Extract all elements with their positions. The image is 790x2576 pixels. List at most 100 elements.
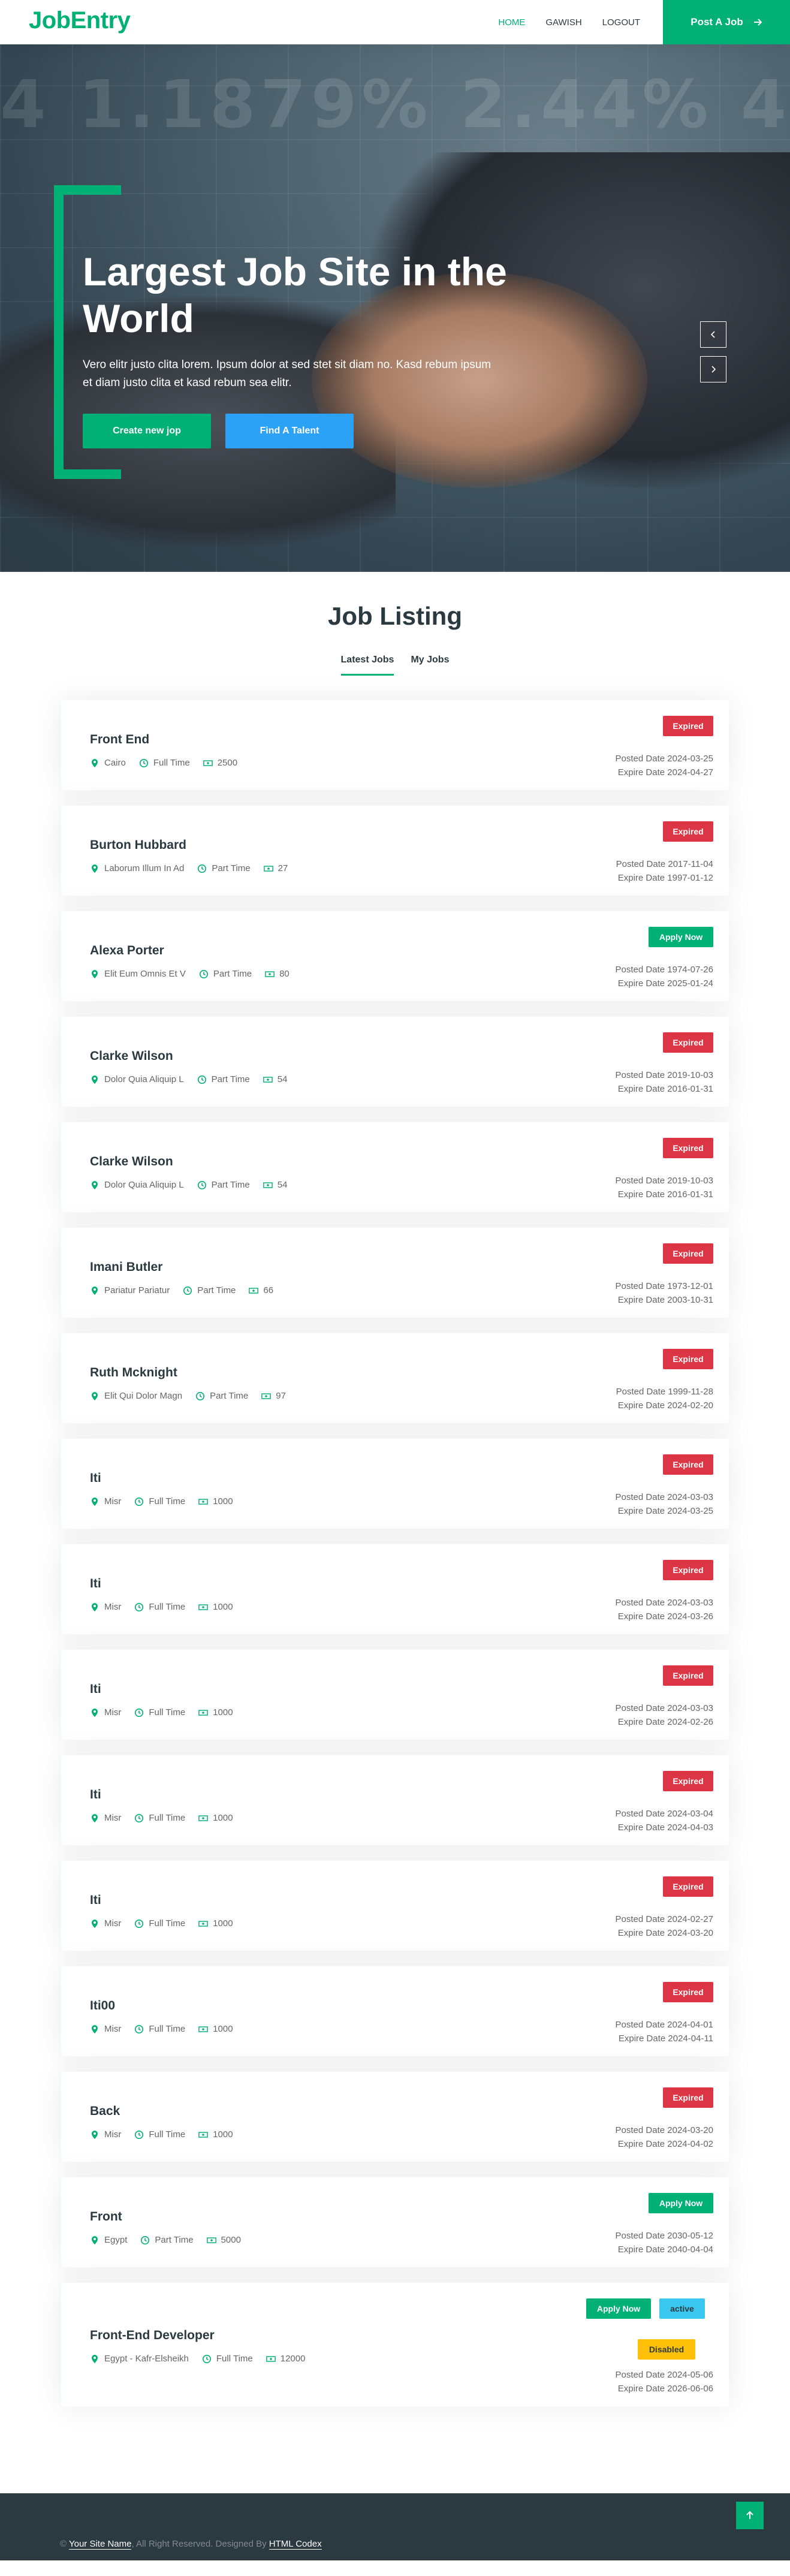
hero-content: Largest Job Site in the World Vero elitr… [83,248,538,448]
status-badge-expired: Expired [663,1138,713,1158]
job-location-text: Egypt [104,2235,128,2245]
job-card[interactable]: Imani Butler Pariatur Pariatur Part Time 66… [61,1227,729,1318]
brand-logo[interactable]: JobEntry [29,7,131,34]
status-badge-expired: Expired [663,1349,713,1369]
job-card[interactable]: Ruth Mcknight Elit Qui Dolor Magn Part Tim… [61,1333,729,1424]
job-meta: Elit Qui Dolor Magn Part Time 97 [90,1391,299,1401]
job-title: Iti [90,1893,101,1907]
back-to-top-button[interactable] [736,2502,764,2529]
map-marker-icon [90,758,99,768]
copyright-symbol: © [60,2539,67,2549]
job-type-text: Part Time [212,863,251,873]
apply-now-button[interactable]: Apply Now [649,2193,713,2213]
job-salary: 1000 [198,2129,233,2140]
site-name-link[interactable]: Your Site Name [68,2539,132,2550]
job-card[interactable]: Iti Misr Full Time 1000 Expired Posted Date 2… [61,1755,729,1846]
job-card[interactable]: Alexa Porter Elit Eum Omnis Et V Part Time… [61,911,729,1002]
job-salary: 1000 [198,1813,233,1823]
job-dates: Posted Date 2024-03-03 Expire Date 2024-0… [616,1490,713,1518]
job-salary: 5000 [206,2235,241,2245]
job-salary: 12000 [266,2354,306,2364]
clock-icon [134,1602,144,1612]
job-card[interactable]: Iti00 Misr Full Time 1000 Expired Posted Date… [61,1966,729,2057]
apply-now-button[interactable]: Apply Now [586,2298,651,2319]
nav-link-home[interactable]: HOME [498,17,525,28]
money-bill-icon [265,969,275,979]
find-talent-button[interactable]: Find A Talent [225,414,354,448]
job-location-text: Dolor Quia Aliquip L [104,1180,184,1190]
status-badge-expired: Expired [663,1876,713,1897]
job-salary: 54 [263,1074,287,1084]
clock-icon [197,1180,207,1190]
job-posted-date: Posted Date 2019-10-03 [615,1176,713,1186]
job-type-text: Part Time [211,1180,250,1190]
carousel-next-button[interactable] [700,356,726,382]
nav-link-gawish[interactable]: GAWISH [545,17,581,28]
job-card[interactable]: Burton Hubbard Laborum Illum In Ad Part Ti… [61,805,729,896]
job-card[interactable]: Front-End Developer Egypt - Kafr-Elsheik… [61,2282,729,2407]
hero-title: Largest Job Site in the World [83,249,507,341]
job-meta: Dolor Quia Aliquip L Part Time 54 [90,1180,300,1190]
job-location-text: Elit Qui Dolor Magn [104,1391,183,1401]
job-salary: 97 [261,1391,286,1401]
job-type: Full Time [134,1813,185,1823]
job-salary-text: 80 [279,969,290,979]
job-location: Misr [90,2024,121,2034]
job-posted-date: Posted Date 2024-05-06 [615,2370,713,2380]
job-type: Full Time [134,1496,185,1507]
job-posted-date: Posted Date 2024-04-01 [615,2020,713,2030]
job-type: Part Time [197,1074,250,1084]
nav-links: HOME GAWISH LOGOUT [498,0,640,44]
job-card[interactable]: Iti Misr Full Time 1000 Expired Posted Date 2… [61,1860,729,1951]
map-marker-icon [90,1813,99,1823]
job-salary: 1000 [198,2024,233,2034]
job-location: Elit Qui Dolor Magn [90,1391,182,1401]
designer-link[interactable]: HTML Codex [269,2539,322,2550]
job-salary-text: 1000 [213,2129,233,2140]
job-location-text: Misr [104,2129,122,2140]
job-tabs: Latest Jobs My Jobs [0,655,790,676]
job-salary-text: 12000 [280,2354,306,2364]
job-type: Part Time [195,1391,248,1401]
tab-my-jobs[interactable]: My Jobs [411,655,449,676]
job-dates: Posted Date 2019-10-03 Expire Date 2016-0… [616,1174,713,1201]
job-type: Full Time [134,2129,185,2140]
job-salary-text: 5000 [221,2235,241,2245]
job-type-text: Full Time [149,2129,186,2140]
job-location: Misr [90,1602,121,1612]
status-badge-expired: Expired [663,1032,713,1053]
job-posted-date: Posted Date 1999-11-28 [616,1387,713,1397]
job-type: Part Time [199,969,252,979]
job-location: Misr [90,1918,121,1929]
post-job-button[interactable]: Post A Job [663,0,790,44]
job-meta: Misr Full Time 1000 [90,1707,246,1718]
status-badge-expired: Expired [663,716,713,736]
footer-copyright: © Your Site Name, All Right Reserved. De… [60,2539,322,2550]
job-card[interactable]: Clarke Wilson Dolor Quia Aliquip L Part Ti… [61,1122,729,1213]
job-card[interactable]: Front Egypt Part Time 5000 Apply Now Posted D… [61,2177,729,2268]
nav-link-logout[interactable]: LOGOUT [602,17,640,28]
job-card[interactable]: Back Misr Full Time 1000 Expired Posted Date … [61,2071,729,2162]
job-salary-text: 1000 [213,1707,233,1718]
job-salary-text: 66 [263,1285,274,1295]
job-meta: Misr Full Time 1000 [90,1918,246,1929]
map-marker-icon [90,864,99,873]
job-expire-date: Expire Date 2016-01-31 [617,1189,713,1200]
apply-now-button[interactable]: Apply Now [649,927,713,947]
job-salary-text: 1000 [213,2024,233,2034]
job-posted-date: Posted Date 2024-03-03 [615,1598,713,1608]
money-bill-icon [198,1919,208,1929]
job-card[interactable]: Iti Misr Full Time 1000 Expired Posted Date 2… [61,1544,729,1635]
job-card[interactable]: Clarke Wilson Dolor Quia Aliquip L Part Ti… [61,1016,729,1107]
job-location: Egypt [90,2235,127,2245]
job-location-text: Misr [104,1707,122,1718]
create-job-button[interactable]: Create new jop [83,414,211,448]
job-card[interactable]: Iti Misr Full Time 1000 Expired Posted Date 2… [61,1438,729,1529]
job-card[interactable]: Front End Cairo Full Time 2500 Expired Posted… [61,700,729,791]
job-card[interactable]: Iti Misr Full Time 1000 Expired Posted Date 2… [61,1649,729,1740]
job-salary: 1000 [198,1602,233,1612]
carousel-prev-button[interactable] [700,321,726,348]
job-type: Full Time [134,1707,185,1718]
tab-latest-jobs[interactable]: Latest Jobs [340,655,394,676]
job-salary-text: 1000 [213,1918,233,1929]
